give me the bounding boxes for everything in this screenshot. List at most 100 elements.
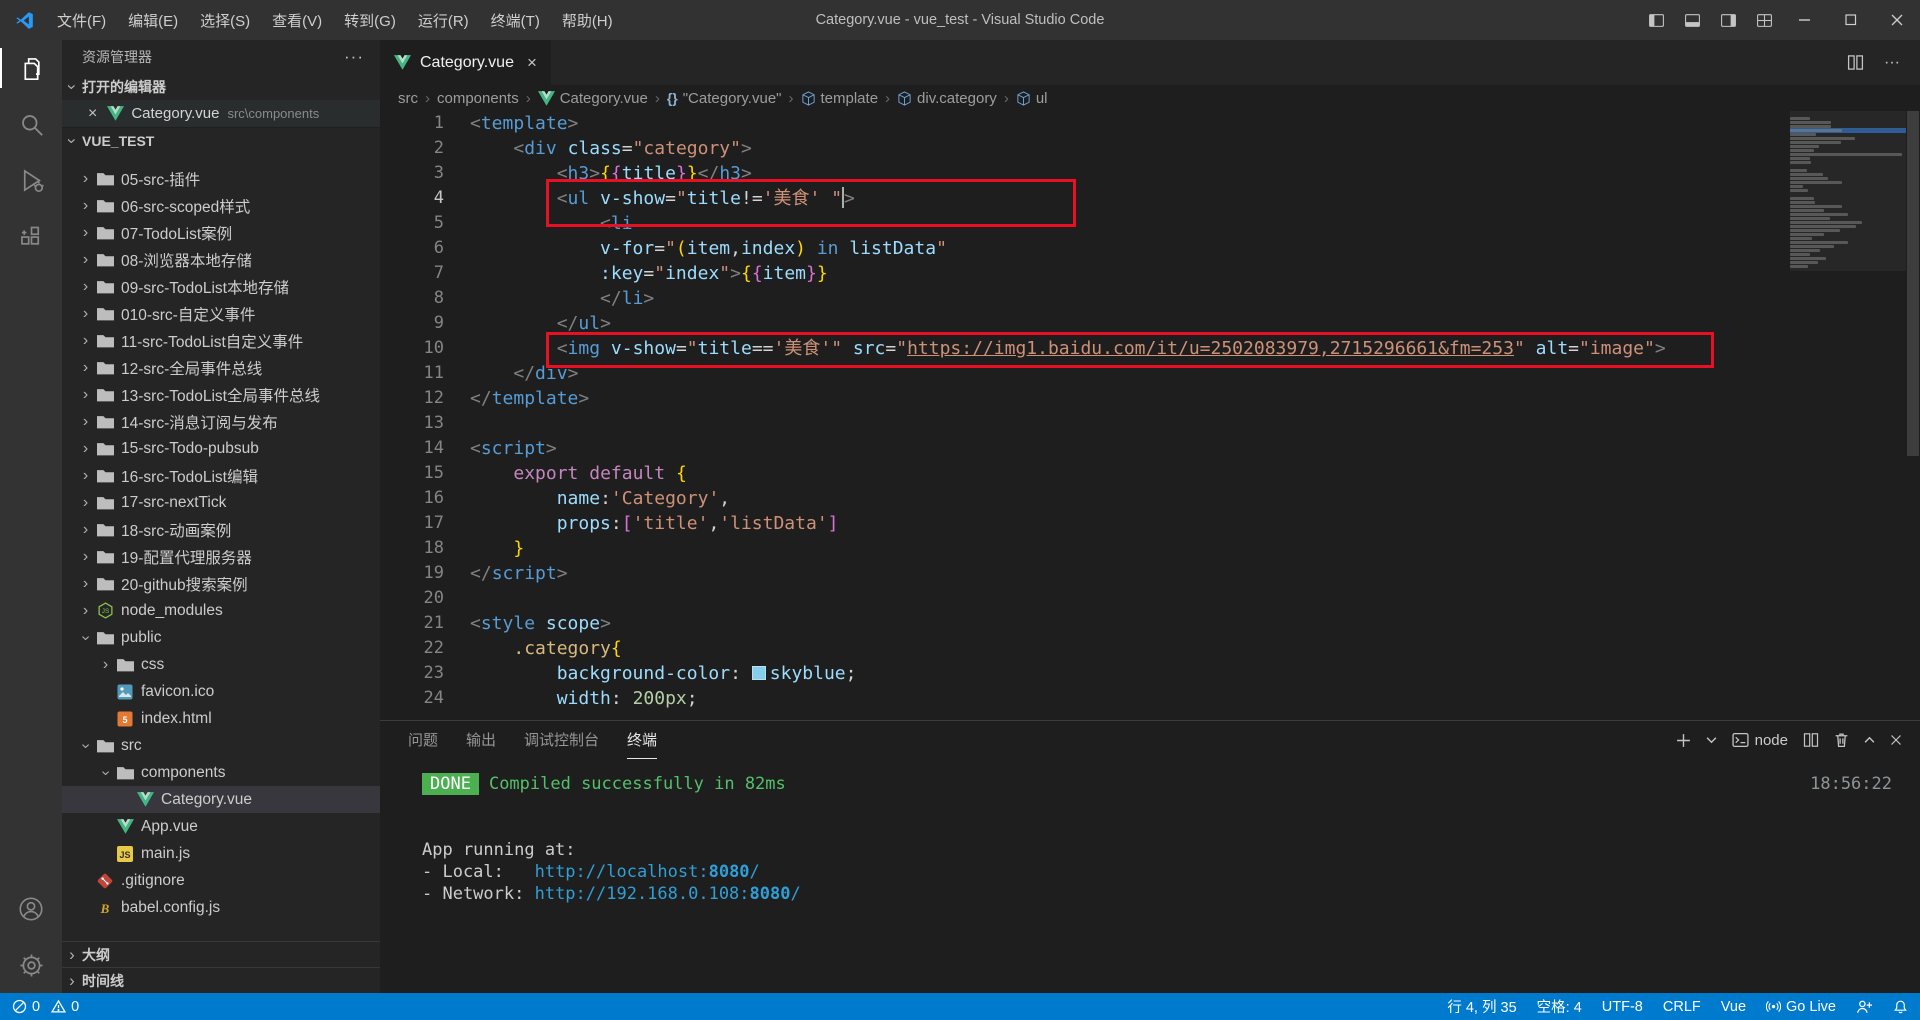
tree-item[interactable]: › 07-TodoList案例 xyxy=(62,219,380,246)
code-line[interactable]: 11 </div> xyxy=(380,361,1920,386)
panel-tab-终端[interactable]: 终端 xyxy=(627,721,658,759)
code-line[interactable]: 24 width: 200px; xyxy=(380,686,1920,711)
tree-item[interactable]: JS main.js xyxy=(62,840,380,867)
panel-tab-输出[interactable]: 输出 xyxy=(466,721,496,759)
toggle-secondary-sidebar-icon[interactable] xyxy=(1710,0,1746,40)
network-url-link[interactable]: http://192.168.0.108:8080/ xyxy=(535,884,801,904)
tree-item[interactable]: › 19-配置代理服务器 xyxy=(62,543,380,570)
code-line[interactable]: 19 </script> xyxy=(380,561,1920,586)
menu-item-4[interactable]: 转到(G) xyxy=(333,0,407,40)
minimap[interactable] xyxy=(1790,111,1906,271)
tree-item[interactable]: › css xyxy=(62,651,380,678)
open-editors-section[interactable]: › 打开的编辑器 xyxy=(62,74,380,100)
tree-item[interactable]: › 17-src-nextTick xyxy=(62,489,380,516)
scrollbar-thumb[interactable] xyxy=(1907,111,1919,456)
tree-item[interactable]: › src xyxy=(62,732,380,759)
close-tab-icon[interactable]: × xyxy=(527,53,537,73)
code-line[interactable]: 10 <img v-show="title=='美食'" src="https:… xyxy=(380,336,1920,361)
explorer-more-actions-icon[interactable]: ··· xyxy=(344,47,364,67)
notifications-bell-icon[interactable] xyxy=(1893,999,1908,1015)
toggle-sidebar-icon[interactable] xyxy=(1638,0,1674,40)
go-live-button[interactable]: Go Live xyxy=(1766,999,1836,1015)
tree-item[interactable]: › JS node_modules xyxy=(62,597,380,624)
tree-item[interactable]: › 06-src-scoped样式 xyxy=(62,192,380,219)
tree-item[interactable]: Category.vue xyxy=(62,786,380,813)
breadcrumb-item[interactable]: components xyxy=(437,90,519,107)
close-editor-icon[interactable]: × xyxy=(88,105,97,123)
run-and-debug-icon[interactable] xyxy=(0,152,62,208)
code-line[interactable]: 21 <style scope> xyxy=(380,611,1920,636)
code-line[interactable]: 6 v-for="(item,index) in listData" xyxy=(380,236,1920,261)
code-line[interactable]: 13 xyxy=(380,411,1920,436)
code-line[interactable]: 9 </ul> xyxy=(380,311,1920,336)
tree-item[interactable]: favicon.ico xyxy=(62,678,380,705)
code-line[interactable]: 8 </li> xyxy=(380,286,1920,311)
panel-tab-调试控制台[interactable]: 调试控制台 xyxy=(524,721,599,759)
new-terminal-icon[interactable] xyxy=(1676,733,1691,748)
tree-item[interactable]: Bbabel.config.js xyxy=(62,894,380,921)
tree-item[interactable]: › 12-src-全局事件总线 xyxy=(62,354,380,381)
code-line[interactable]: 7 :key="index">{{item}} xyxy=(380,261,1920,286)
breadcrumb-item[interactable]: div.category xyxy=(897,90,997,107)
tree-item[interactable]: App.vue xyxy=(62,813,380,840)
terminal-output[interactable]: DONE Compiled successfully in 82ms 18:56:… xyxy=(380,759,1920,905)
terminal-profile-selector[interactable]: node xyxy=(1732,732,1788,749)
toggle-panel-icon[interactable] xyxy=(1674,0,1710,40)
tree-item[interactable]: › 16-src-TodoList编辑 xyxy=(62,462,380,489)
maximize-panel-icon[interactable] xyxy=(1864,736,1875,744)
code-line[interactable]: 16 name:'Category', xyxy=(380,486,1920,511)
breadcrumb-item[interactable]: template xyxy=(801,90,878,107)
split-editor-icon[interactable] xyxy=(1847,54,1864,71)
code-line[interactable]: 22 .category{ xyxy=(380,636,1920,661)
tree-item[interactable]: › 18-src-动画案例 xyxy=(62,516,380,543)
tree-item[interactable]: › 13-src-TodoList全局事件总线 xyxy=(62,381,380,408)
menu-item-0[interactable]: 文件(F) xyxy=(46,0,117,40)
code-line[interactable]: 18 } xyxy=(380,536,1920,561)
tree-item[interactable]: › 010-src-自定义事件 xyxy=(62,300,380,327)
code-line[interactable]: 4 <ul v-show="title!='美食' " > xyxy=(380,186,1920,211)
extensions-icon[interactable] xyxy=(0,208,62,264)
open-editor-item[interactable]: × Category.vue src\components xyxy=(62,100,380,127)
close-button[interactable] xyxy=(1874,0,1920,40)
terminal-profile-chevron-icon[interactable] xyxy=(1706,736,1717,744)
problems-status[interactable]: 0 0 xyxy=(12,999,79,1015)
customize-layout-icon[interactable] xyxy=(1746,0,1782,40)
timeline-section[interactable]: › 时间线 xyxy=(62,967,380,993)
local-url-link[interactable]: http://localhost:8080/ xyxy=(535,862,760,882)
menu-item-3[interactable]: 查看(V) xyxy=(261,0,333,40)
editor-more-actions-icon[interactable]: ··· xyxy=(1884,54,1900,72)
tree-item[interactable]: .gitignore xyxy=(62,867,380,894)
maximize-button[interactable] xyxy=(1828,0,1874,40)
breadcrumb-item[interactable]: src xyxy=(398,90,418,107)
language-status[interactable]: Vue xyxy=(1721,999,1746,1015)
menu-item-7[interactable]: 帮助(H) xyxy=(551,0,624,40)
encoding-status[interactable]: UTF-8 xyxy=(1602,999,1643,1015)
tree-item[interactable]: › 09-src-TodoList本地存储 xyxy=(62,273,380,300)
code-line[interactable]: 14 <script> xyxy=(380,436,1920,461)
account-icon[interactable] xyxy=(0,881,62,937)
tree-item[interactable]: › 05-src-插件 xyxy=(62,165,380,192)
invite-account-icon[interactable] xyxy=(1856,999,1873,1015)
outline-section[interactable]: › 大纲 xyxy=(62,941,380,967)
project-root-section[interactable]: › VUE_TEST xyxy=(62,127,380,153)
tree-item[interactable]: › components xyxy=(62,759,380,786)
explorer-icon[interactable] xyxy=(0,40,62,96)
tab-category-vue[interactable]: Category.vue × xyxy=(380,40,551,85)
search-icon[interactable] xyxy=(0,96,62,152)
split-terminal-icon[interactable] xyxy=(1803,732,1819,748)
settings-gear-icon[interactable] xyxy=(0,937,62,993)
tree-item[interactable]: › 11-src-TodoList自定义事件 xyxy=(62,327,380,354)
tree-item[interactable]: › 15-src-Todo-pubsub xyxy=(62,435,380,462)
tree-item[interactable]: › public xyxy=(62,624,380,651)
menu-item-2[interactable]: 选择(S) xyxy=(189,0,261,40)
code-line[interactable]: 23 background-color: skyblue; xyxy=(380,661,1920,686)
breadcrumb-item[interactable]: ul xyxy=(1016,90,1048,107)
kill-terminal-icon[interactable] xyxy=(1834,732,1849,748)
tree-item[interactable]: › 20-github搜索案例 xyxy=(62,570,380,597)
minimize-button[interactable] xyxy=(1782,0,1828,40)
tree-item[interactable]: › 08-浏览器本地存储 xyxy=(62,246,380,273)
code-line[interactable]: 17 props:['title','listData'] xyxy=(380,511,1920,536)
code-editor[interactable]: 1 <template> 2 <div class="category"> 3 <h3… xyxy=(380,111,1920,720)
editor-scrollbar[interactable] xyxy=(1906,111,1920,720)
code-line[interactable]: 3 <h3>{{title}}</h3> xyxy=(380,161,1920,186)
